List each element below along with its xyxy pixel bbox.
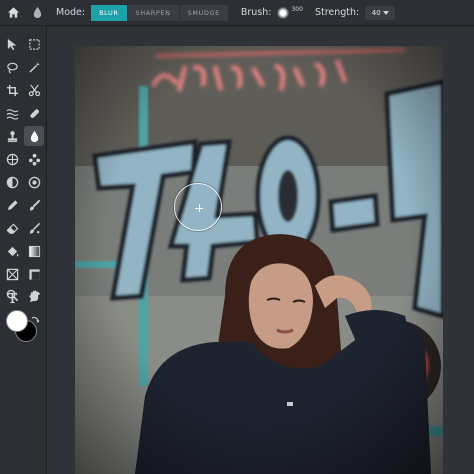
image-canvas[interactable]: [75, 46, 443, 474]
foreground-color-swatch[interactable]: [6, 310, 28, 332]
workspace: [47, 27, 474, 474]
blur-drop-icon: [30, 130, 38, 142]
eraser-icon[interactable]: [2, 218, 22, 238]
lasso-icon[interactable]: [2, 57, 22, 77]
shape-icon[interactable]: [2, 264, 22, 284]
home-icon[interactable]: [0, 0, 26, 26]
strength-dropdown[interactable]: 40: [365, 5, 396, 20]
strength-value: 40: [371, 8, 381, 17]
mode-blur-button[interactable]: BLUR: [91, 4, 128, 21]
gradient-icon[interactable]: [24, 241, 44, 261]
healing-icon[interactable]: [24, 103, 44, 123]
brush-preview[interactable]: [277, 6, 290, 19]
paint-bucket-icon[interactable]: [2, 241, 22, 261]
marquee-icon[interactable]: [24, 34, 44, 54]
magic-wand-icon[interactable]: [24, 57, 44, 77]
strength-label: Strength:: [314, 7, 360, 18]
liquify-icon[interactable]: [2, 103, 22, 123]
blur-tool-button[interactable]: [24, 126, 44, 146]
brush-icon[interactable]: [24, 195, 44, 215]
tool-panel: [0, 26, 47, 474]
swap-colors-icon[interactable]: [30, 310, 40, 323]
brush-size-value[interactable]: 300: [291, 6, 302, 13]
mode-label: Mode:: [56, 7, 86, 18]
hand-icon[interactable]: [24, 285, 44, 305]
options-bar: Mode: BLUR SHARPEN SMUDGE Brush: 300 Str…: [0, 0, 474, 26]
color-replace-icon[interactable]: [24, 149, 44, 169]
chevron-down-icon: [382, 10, 389, 15]
move-icon[interactable]: [2, 34, 22, 54]
sponge-icon[interactable]: [2, 149, 22, 169]
mode-smudge-button[interactable]: SMUDGE: [179, 4, 229, 21]
zoom-icon[interactable]: [2, 285, 22, 305]
crosshair-icon: [195, 204, 203, 212]
blur-drop-icon: [26, 0, 48, 26]
brush-label: Brush:: [240, 7, 272, 18]
mode-selector: BLUR SHARPEN SMUDGE: [91, 4, 229, 21]
rectangle-shape-icon[interactable]: [24, 264, 44, 284]
mode-sharpen-button[interactable]: SHARPEN: [127, 4, 180, 21]
brush-cursor: [174, 183, 222, 231]
crop-icon[interactable]: [2, 80, 22, 100]
clone-stamp-icon[interactable]: [2, 126, 22, 146]
burn-icon[interactable]: [24, 172, 44, 192]
pencil-icon[interactable]: [2, 195, 22, 215]
pattern-brush-icon[interactable]: [24, 218, 44, 238]
scissors-icon[interactable]: [24, 80, 44, 100]
dodge-icon[interactable]: [2, 172, 22, 192]
photo-image: [75, 46, 443, 474]
